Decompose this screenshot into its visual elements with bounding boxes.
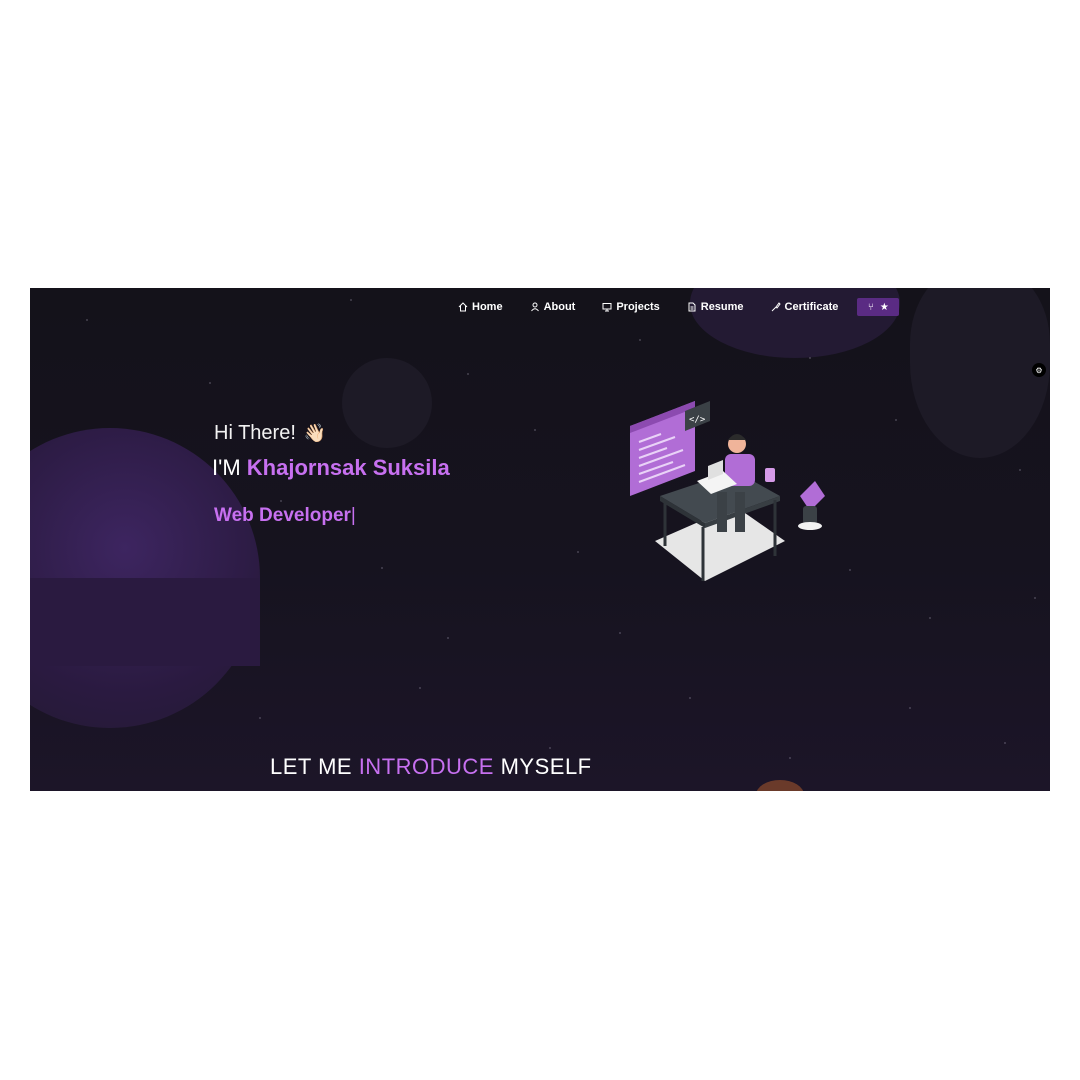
nav-resume-label: Resume [700, 301, 744, 313]
role-typewriter: Web Developer| [214, 505, 450, 527]
nav-certificate-label: Certificate [784, 301, 839, 313]
developer-illustration: </> [630, 401, 825, 581]
user-icon [530, 302, 539, 312]
wave-icon: 👋🏻 [303, 423, 327, 443]
navbar: Home About Projects Resume Certificate ⑂… [458, 297, 900, 317]
nav-home-label: Home [472, 301, 503, 313]
greeting: Hi There! 👋🏻 [214, 422, 450, 445]
intro-part2: MYSELF [500, 754, 592, 779]
github-star-button[interactable]: ⑂ ★ [857, 298, 900, 316]
role-text: Web Developer [214, 505, 351, 526]
nav-projects[interactable]: Projects [602, 301, 660, 313]
name-highlight: Khajornsak Suksila [246, 455, 450, 480]
svg-text:</>: </> [689, 415, 706, 425]
fork-icon: ⑂ [867, 301, 874, 313]
greeting-text: Hi There! [214, 422, 296, 444]
nav-about[interactable]: About [530, 301, 576, 313]
home-icon [458, 302, 468, 312]
nav-home[interactable]: Home [458, 301, 503, 313]
settings-toggle-icon[interactable]: ⚙ [1032, 363, 1046, 377]
purple-blob-left-base [30, 578, 260, 666]
intro-part1: LET ME [270, 754, 353, 779]
hero-text: Hi There! 👋🏻 I'M Khajornsak Suksila Web … [212, 422, 450, 527]
name-prefix: I'M [212, 455, 241, 480]
typewriter-cursor: | [350, 505, 356, 526]
nav-certificate[interactable]: Certificate [771, 301, 839, 313]
intro-highlight: INTRODUCE [358, 754, 494, 779]
nav-resume[interactable]: Resume [687, 301, 744, 313]
star-icon: ★ [879, 301, 889, 313]
nav-about-label: About [543, 301, 576, 313]
document-icon [688, 302, 696, 312]
nav-projects-label: Projects [616, 301, 660, 313]
certificate-icon [771, 302, 781, 312]
projects-icon [602, 303, 612, 312]
page-viewport: Home About Projects Resume Certificate ⑂… [30, 288, 1050, 791]
intro-heading: LET ME INTRODUCE MYSELF [270, 754, 592, 780]
name-heading: I'M Khajornsak Suksila [212, 455, 450, 481]
